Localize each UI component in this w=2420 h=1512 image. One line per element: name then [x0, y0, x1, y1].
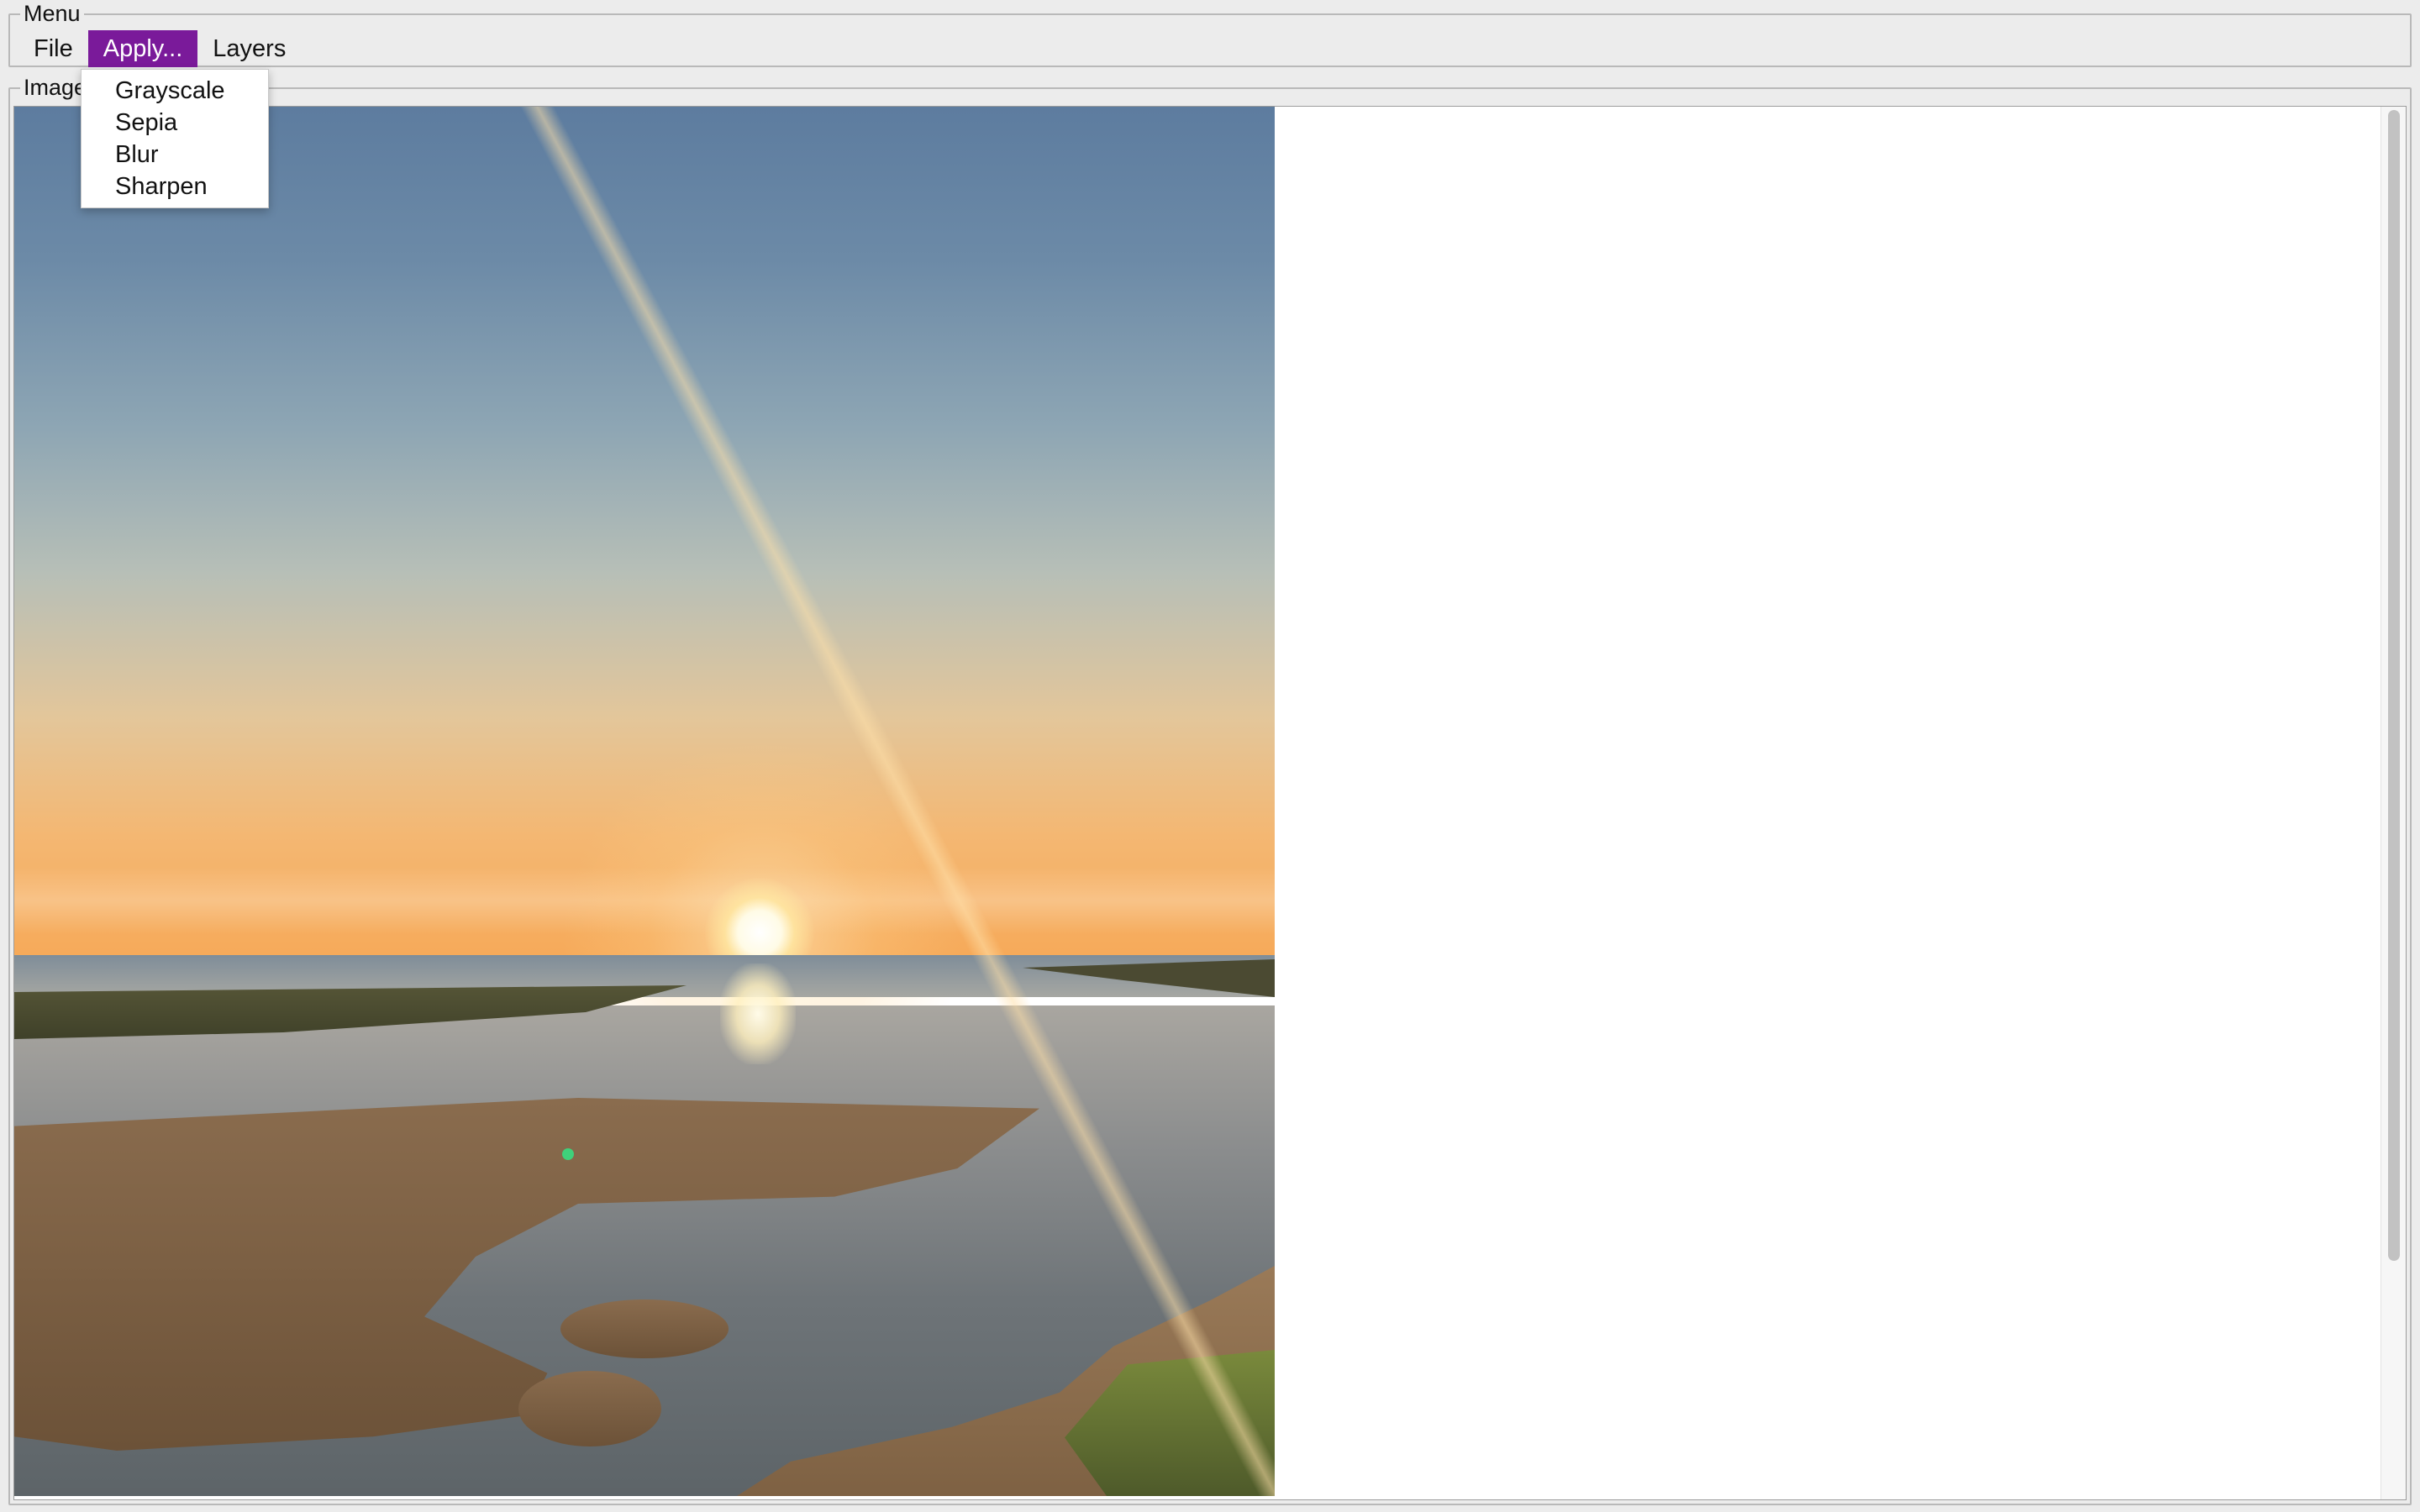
image-viewport[interactable]	[13, 106, 2407, 1500]
loaded-image	[14, 107, 1275, 1496]
menu-layers[interactable]: Layers	[197, 30, 301, 67]
menu-item-sepia[interactable]: Sepia	[82, 107, 268, 139]
image-panel: Image	[8, 75, 2412, 1505]
menu-item-blur[interactable]: Blur	[82, 139, 268, 171]
menu-apply[interactable]: Apply...	[87, 30, 198, 67]
menu-panel: Menu File Apply... Layers	[8, 1, 2412, 67]
menu-item-grayscale[interactable]: Grayscale	[82, 75, 268, 107]
scrollbar-thumb[interactable]	[2388, 110, 2400, 1261]
image-flare-dot	[562, 1148, 574, 1160]
menu-file[interactable]: File	[18, 30, 88, 67]
menu-item-sharpen[interactable]: Sharpen	[82, 171, 268, 202]
image-sand-patch	[518, 1371, 661, 1446]
apply-dropdown-menu: Grayscale Sepia Blur Sharpen	[81, 69, 269, 208]
image-sun-reflection	[720, 963, 796, 1064]
vertical-scrollbar[interactable]	[2381, 107, 2406, 1499]
app-window: Menu File Apply... Layers Image Grayscal…	[0, 0, 2420, 1512]
image-panel-title: Image	[20, 75, 91, 100]
menu-panel-title: Menu	[20, 1, 84, 26]
image-sand-patch	[560, 1299, 729, 1358]
menu-bar: File Apply... Layers	[18, 30, 301, 67]
